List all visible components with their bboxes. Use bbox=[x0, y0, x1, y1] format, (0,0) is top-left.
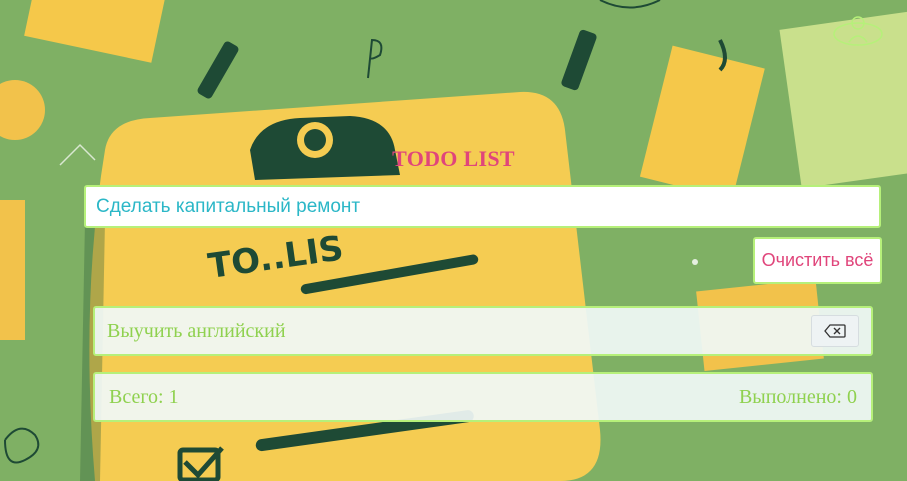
done-count: Выполнено: 0 bbox=[738, 385, 857, 408]
delete-task-button[interactable] bbox=[811, 315, 859, 347]
page-title: TODO LIST bbox=[392, 146, 515, 171]
total-count: Всего: 1 bbox=[109, 385, 179, 408]
clear-all-button[interactable]: Очистить всё bbox=[753, 237, 882, 284]
task-text: Выучить английский bbox=[107, 319, 286, 342]
backspace-icon bbox=[824, 324, 846, 338]
task-input[interactable] bbox=[84, 185, 881, 228]
stats-bar: Всего: 1 Выполнено: 0 bbox=[93, 372, 873, 422]
task-item[interactable]: Выучить английский bbox=[93, 306, 873, 356]
user-icon[interactable] bbox=[832, 12, 884, 48]
